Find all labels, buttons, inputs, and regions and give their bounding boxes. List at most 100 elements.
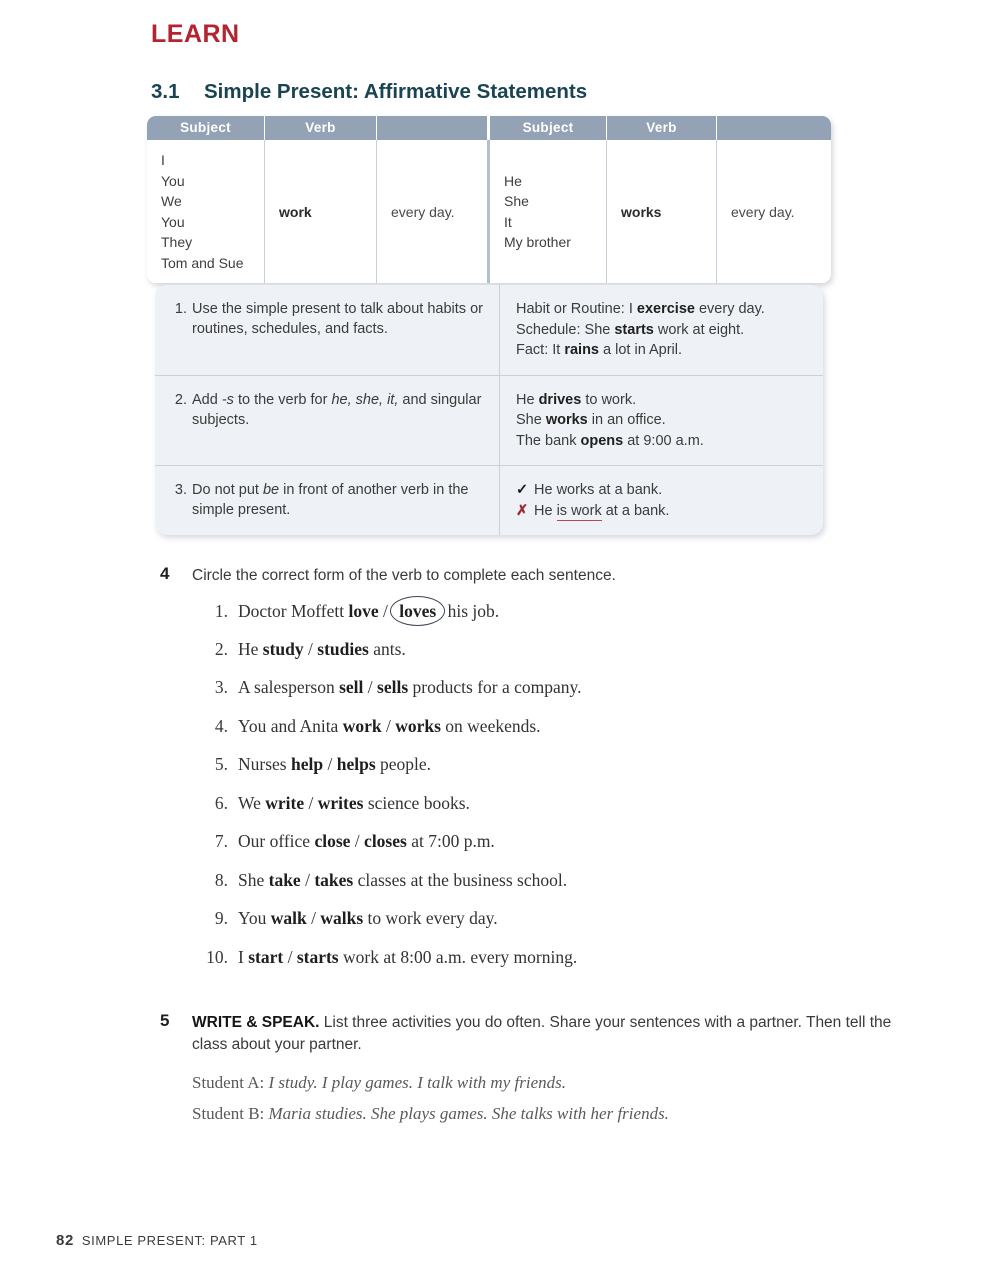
list-item[interactable]: 4. You and Anita work / works on weekend… (192, 716, 932, 755)
example-bold: starts (614, 321, 654, 338)
list-item[interactable]: 3. A salesperson sell / sells products f… (192, 677, 932, 716)
note-examples: Habit or Routine: I exercise every day. … (500, 285, 823, 375)
verb-option-1[interactable]: take (269, 870, 301, 890)
note-example: She works in an office. (516, 410, 813, 431)
running-head: SIMPLE PRESENT: PART 1 (81, 1233, 258, 1248)
list-item[interactable]: 2. He study / studies ants. (192, 639, 932, 678)
verb-option-1[interactable]: help (291, 754, 323, 774)
verb-option-2[interactable]: works (395, 716, 441, 736)
subject-item: My brother (504, 234, 571, 250)
note-rule: 2. Add -s to the verb for he, she, it, a… (155, 375, 500, 465)
note-number: 3. (174, 482, 187, 498)
list-item[interactable]: 7. Our office close / closes at 7:00 p.m… (192, 831, 932, 870)
example-pre: Schedule: She (516, 321, 615, 338)
option-separator: / (323, 754, 337, 774)
cell-subjects-left: I You We You They Tom and Sue (147, 140, 265, 283)
speaker-label: Student A: (192, 1073, 269, 1092)
list-item[interactable]: 1. Doctor Moffett love / loves his job. (192, 596, 932, 639)
option-separator: / (300, 869, 315, 890)
verb-option-2[interactable]: starts (297, 947, 339, 967)
verb-option-2[interactable]: sells (377, 677, 408, 697)
verb-option-1[interactable]: love (349, 601, 379, 621)
sample-text: I study. I play games. I talk with my fr… (268, 1073, 566, 1092)
rule-mid: to the verb for (233, 391, 332, 408)
subject-item: I (161, 152, 165, 168)
option-separator: / (306, 908, 321, 928)
item-number: 7. (214, 831, 228, 851)
subject-item: He (504, 172, 522, 189)
item-pre: You and Anita (238, 715, 343, 736)
list-item[interactable]: 9. You walk / walks to work every day. (192, 908, 932, 947)
item-post: classes at the business school. (353, 869, 568, 890)
example-post: at a bank. (601, 502, 670, 519)
verb-option-2[interactable]: writes (318, 793, 364, 813)
exercise-4-number: 4 (160, 564, 170, 583)
cell-verb-right: works (607, 140, 717, 283)
verb-option-2-circled[interactable]: loves (390, 596, 446, 626)
item-text: A salesperson sell / sells products for … (238, 677, 582, 698)
rule-italic: -s (221, 391, 234, 408)
verb-option-1[interactable]: start (248, 947, 283, 967)
list-item[interactable]: 10. I start / starts work at 8:00 a.m. e… (192, 947, 932, 986)
note-row: 2. Add -s to the verb for he, she, it, a… (155, 374, 823, 466)
option-separator: / (303, 638, 318, 659)
rule-pre: Add (192, 391, 222, 408)
example-pre: She (516, 412, 546, 428)
example-text: He works at a bank. (534, 482, 663, 498)
note-example: He drives to work. (516, 390, 813, 411)
cell-time-left: every day. (377, 140, 490, 283)
subject-item: It (504, 213, 512, 230)
verb-option-1[interactable]: close (314, 831, 350, 851)
item-number: 8. (214, 869, 228, 890)
note-number: 2. (174, 391, 187, 408)
verb-option-1[interactable]: study (263, 639, 304, 659)
example-post: to work. (581, 391, 637, 408)
grammar-chart-header-row: Subject Verb Subject Verb (147, 116, 831, 140)
item-pre: Nurses (238, 754, 291, 774)
verb-option-2[interactable]: helps (337, 754, 376, 774)
verb-option-1[interactable]: write (265, 793, 304, 813)
learn-section-label: LEARN (151, 20, 240, 48)
rule-italic: he, she, it, (331, 391, 399, 408)
verb-option-2[interactable]: studies (317, 639, 369, 659)
item-post: on weekends. (440, 715, 541, 736)
item-post: ants. (368, 638, 406, 659)
example-post: every day. (694, 301, 765, 317)
verb-option-1[interactable]: sell (339, 677, 363, 697)
subject-item: They (161, 234, 193, 250)
item-post: his job. (443, 601, 500, 621)
item-post: people. (375, 754, 432, 774)
exercise-5-label: WRITE & SPEAK. (192, 1014, 320, 1031)
verb-option-1[interactable]: walk (271, 908, 307, 928)
item-pre: He (238, 638, 263, 659)
column-header-blank-right (717, 116, 831, 140)
textbook-page: LEARN 3.1 Simple Present: Affirmative Sta… (0, 0, 1000, 1276)
example-pre: Fact: It (516, 342, 565, 358)
item-number: 5. (214, 754, 228, 774)
subject-item: Tom and Sue (161, 254, 244, 271)
item-pre: You (238, 908, 271, 928)
verb-option-2[interactable]: walks (320, 908, 363, 928)
section-number: 3.1 (151, 80, 180, 103)
page-number: 82 (56, 1232, 74, 1249)
list-item[interactable]: 6. We write / writes science books. (192, 793, 932, 832)
item-pre: Doctor Moffett (238, 601, 349, 621)
cell-time-right: every day. (731, 203, 795, 220)
list-item[interactable]: 8. She take / takes classes at the busin… (192, 870, 932, 909)
list-item[interactable]: 5. Nurses help / helps people. (192, 754, 932, 793)
verb-option-2[interactable]: closes (364, 831, 407, 851)
note-examples: He drives to work. She works in an offic… (500, 376, 823, 466)
subject-item: She (504, 193, 529, 209)
example-bold: drives (538, 391, 582, 408)
note-example: Schedule: She starts work at eight. (516, 320, 813, 341)
note-examples: ✓ He works at a bank. ✗ He is work at a ba… (500, 466, 823, 535)
note-example-correct: ✓ He works at a bank. (516, 480, 813, 501)
item-pre: We (238, 792, 266, 813)
item-post: to work every day. (363, 908, 498, 928)
grammar-chart-body-row: I You We You They Tom and Sue work every… (147, 140, 831, 283)
item-post: at 7:00 p.m. (406, 831, 495, 851)
item-number: 2. (214, 638, 228, 659)
example-pre: He (516, 391, 539, 408)
verb-option-2[interactable]: takes (314, 870, 353, 890)
verb-option-1[interactable]: work (343, 716, 382, 736)
